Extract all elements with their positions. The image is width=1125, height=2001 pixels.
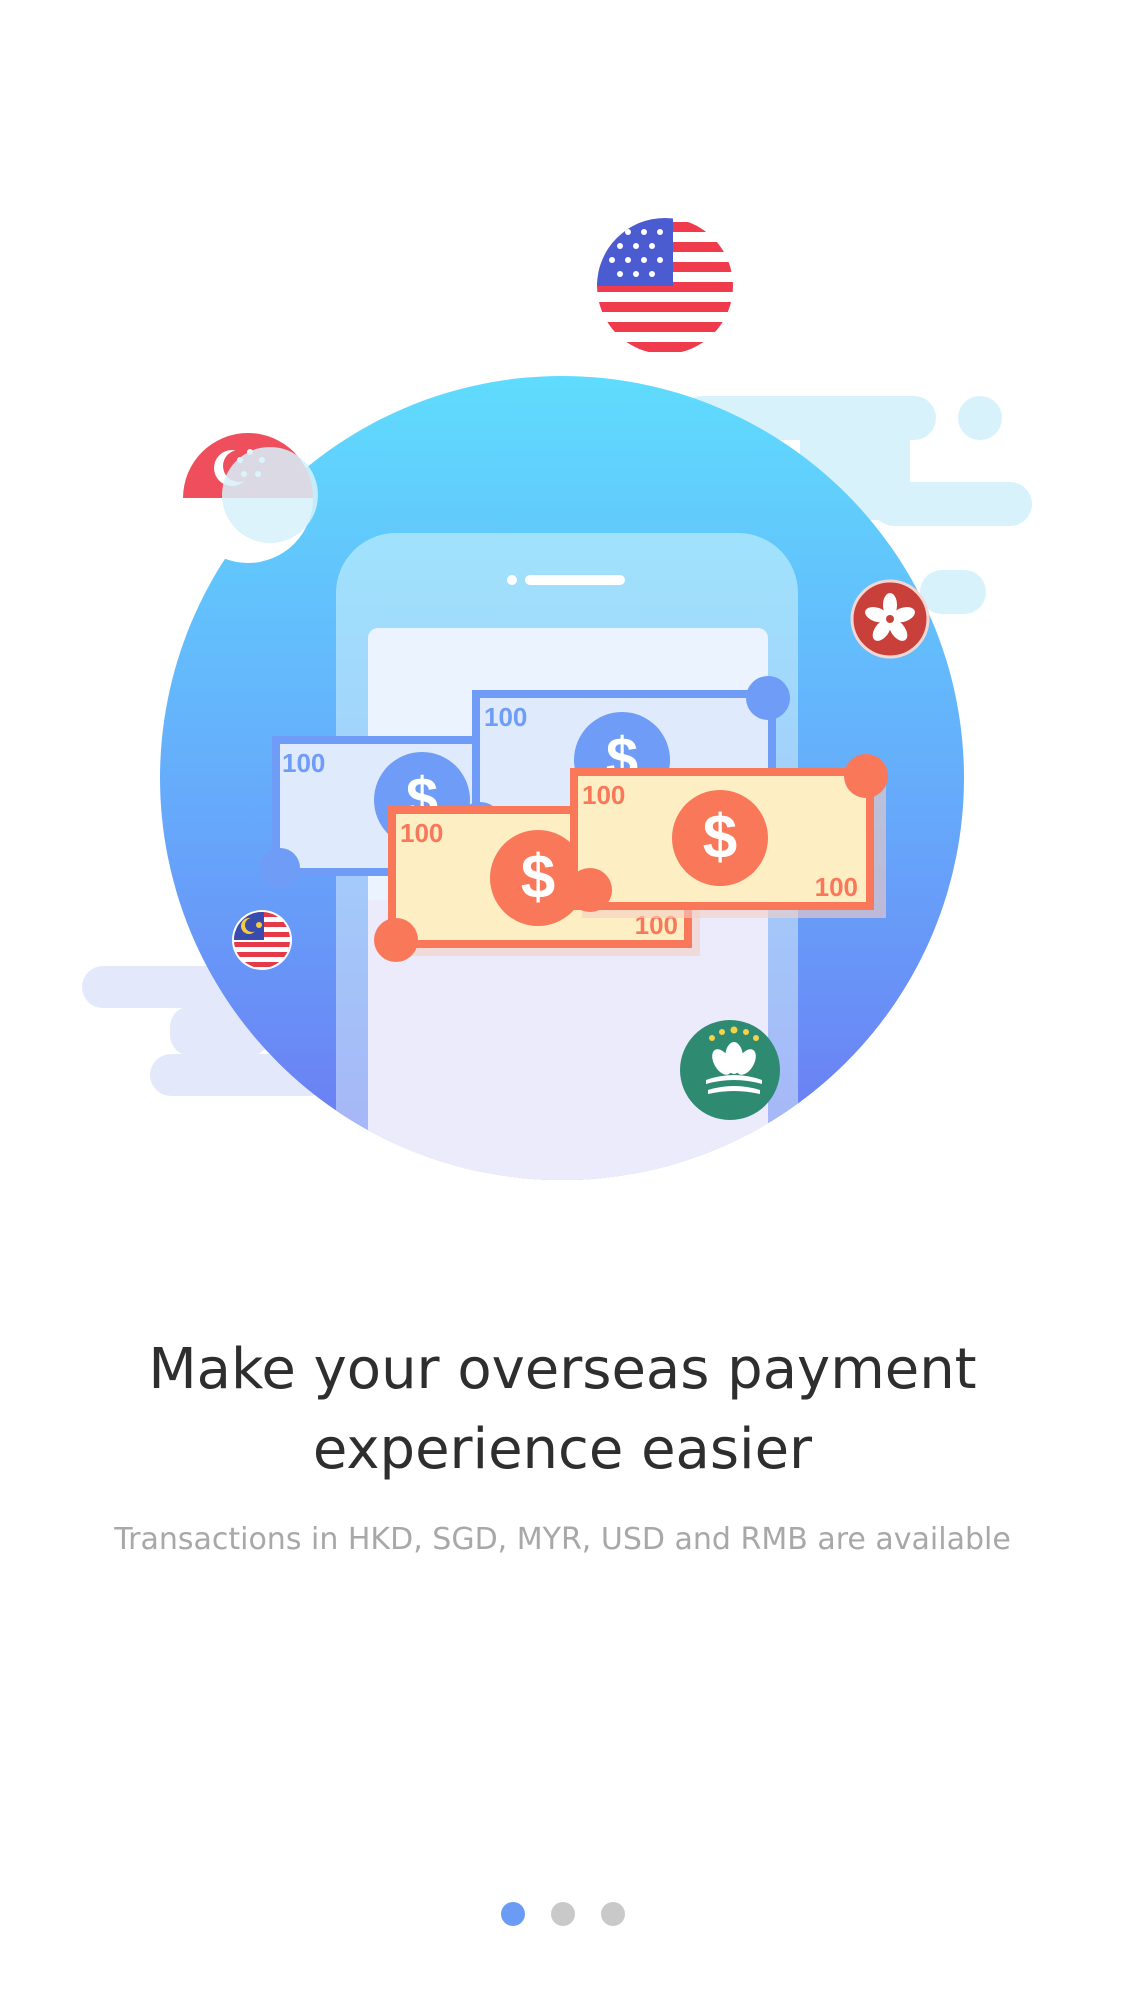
page-dot-3[interactable] (600, 1902, 625, 1926)
svg-text:100: 100 (815, 872, 858, 902)
headline-line-2: experience easier (312, 1417, 813, 1482)
usa-flag-icon (597, 218, 733, 354)
orange-bill-right: $ 100 100 (568, 754, 888, 918)
onboarding-subtitle: Transactions in HKD, SGD, MYR, USD and R… (114, 1522, 1011, 1557)
page-dot-1[interactable] (500, 1902, 525, 1926)
svg-text:100: 100 (582, 780, 625, 810)
svg-text:100: 100 (400, 818, 443, 848)
page-dot-2[interactable] (550, 1902, 575, 1926)
headline-line-1: Make your overseas payment (148, 1337, 977, 1402)
svg-text:$: $ (521, 843, 555, 912)
hong-kong-flag-icon (850, 579, 930, 659)
onboarding-headline: Make your overseas payment experience ea… (0, 1330, 1125, 1490)
svg-text:$: $ (703, 803, 737, 872)
onboarding-illustration: $ 100 $ 100 $ 100 100 $ 100 100 (82, 218, 1032, 1180)
macau-flag-icon (680, 1020, 780, 1120)
malaysia-flag-icon (232, 910, 292, 970)
svg-text:100: 100 (282, 748, 325, 778)
page-indicator (0, 1902, 1125, 1926)
svg-text:100: 100 (484, 702, 527, 732)
